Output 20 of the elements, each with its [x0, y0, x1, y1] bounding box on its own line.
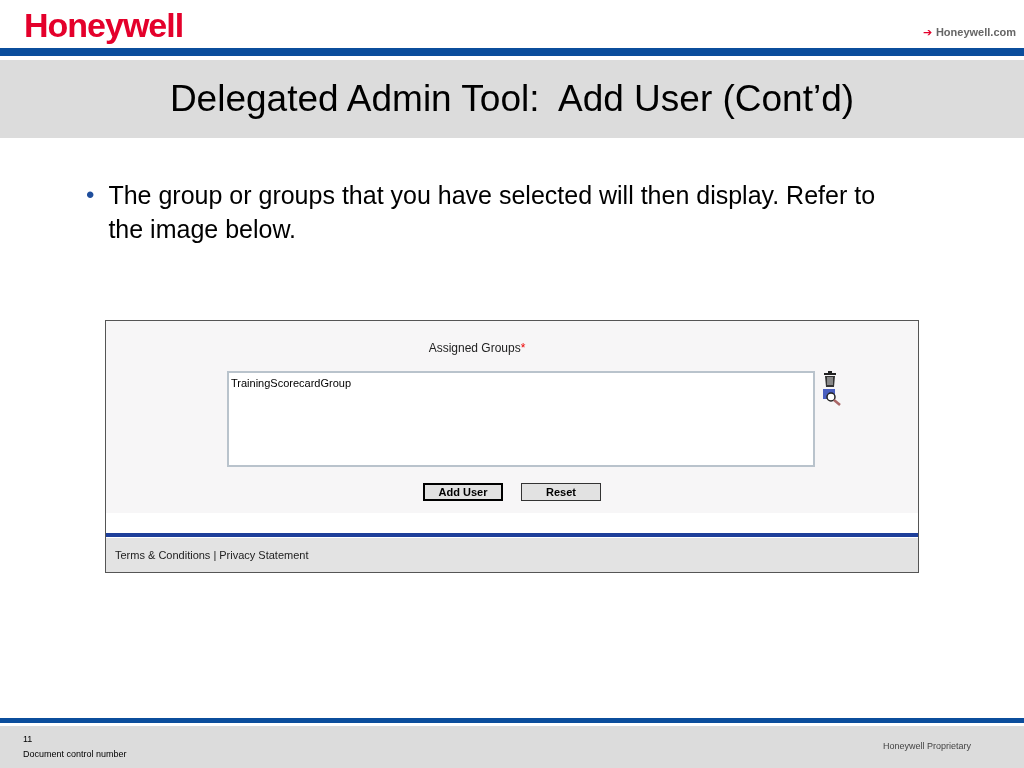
groups-list[interactable]: TrainingScorecardGroup: [227, 371, 815, 467]
list-item[interactable]: TrainingScorecardGroup: [231, 375, 811, 392]
website-link[interactable]: Honeywell.com: [935, 24, 1016, 41]
bullet-text: The group or groups that you have selected will then display. Refer to the image below.: [108, 180, 877, 245]
trash-icon[interactable]: [823, 371, 837, 387]
bullet-icon: •: [86, 178, 95, 246]
field-label: Assigned Groups: [428, 340, 521, 357]
required-mark: *: [520, 340, 526, 357]
magnifier-icon[interactable]: [823, 389, 841, 406]
form-button[interactable]: Add User: [423, 483, 503, 501]
link-separator: |: [213, 547, 217, 563]
document-control-text: Document control number: [23, 748, 127, 761]
form-button[interactable]: Reset: [521, 483, 601, 501]
footer-link[interactable]: Privacy Statement: [219, 546, 309, 564]
arrow-icon: ➔: [922, 24, 932, 41]
logo: Honeywell: [24, 6, 184, 44]
page-number: 11: [23, 733, 34, 746]
slide-title: Delegated Admin Tool: Add User (Cont’d): [169, 77, 855, 122]
proprietary-text: Honeywell Proprietary: [882, 740, 971, 754]
footer-link[interactable]: Terms & Conditions: [115, 546, 211, 564]
